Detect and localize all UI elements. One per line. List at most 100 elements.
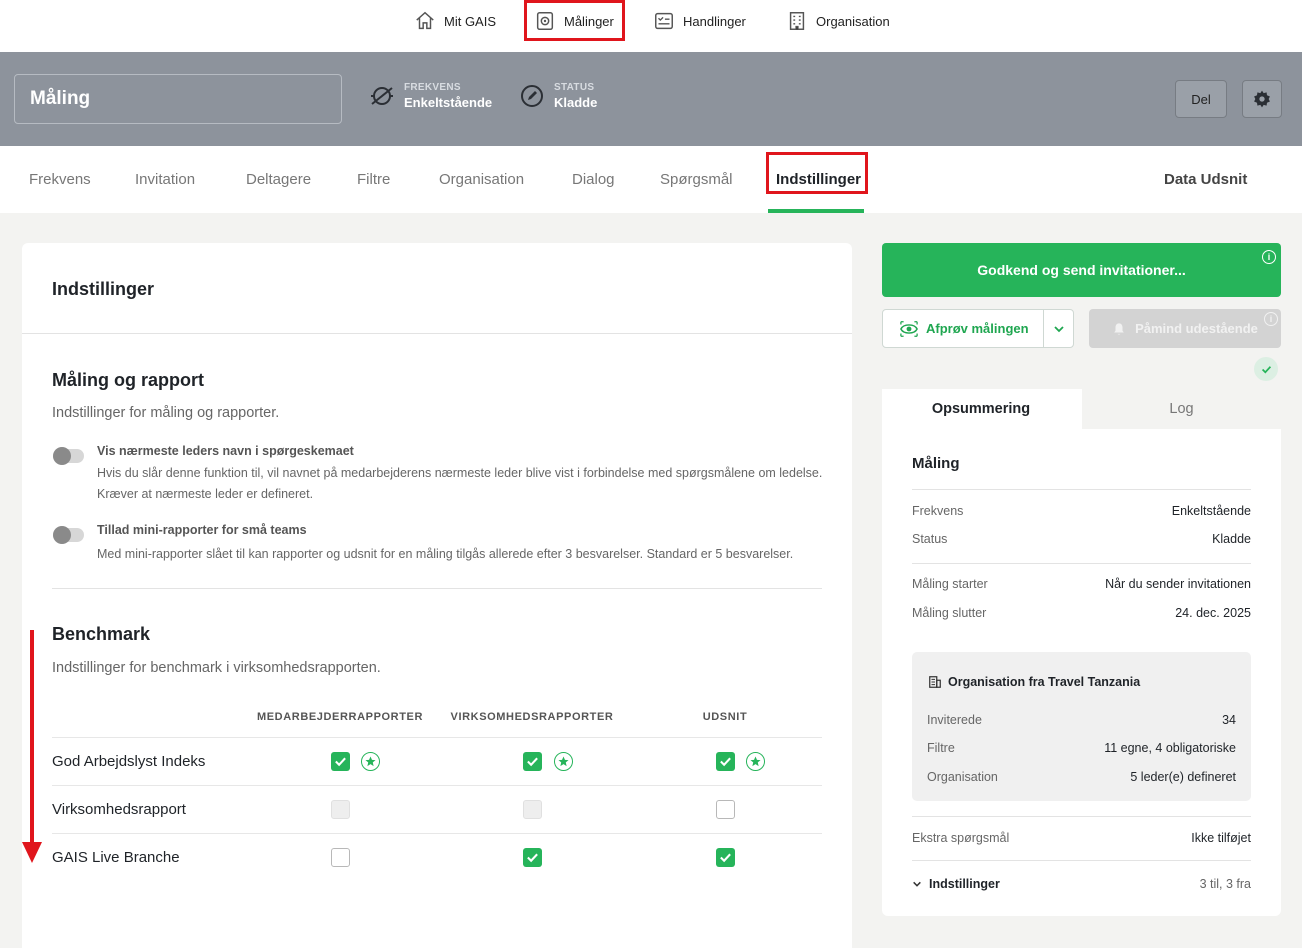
summary-key: Ekstra spørgsmål	[912, 831, 1010, 845]
star-badge-icon[interactable]	[554, 752, 573, 771]
tab-filtre[interactable]: Filtre	[357, 146, 390, 213]
nav-handlinger[interactable]: Handlinger	[653, 0, 746, 42]
toggle-leader-name[interactable]	[53, 447, 84, 465]
settings-expander-value: 3 til, 3 fra	[1199, 877, 1251, 891]
info-icon[interactable]: i	[1264, 312, 1278, 326]
frequency-meta: FREKVENS Enkeltstående	[368, 82, 492, 110]
actions-icon	[655, 12, 673, 30]
checkbox-checked[interactable]	[716, 848, 735, 867]
share-button[interactable]: Del	[1175, 80, 1227, 118]
summary-row: Måling starter Når du sender invitationen	[912, 577, 1251, 591]
divider	[912, 860, 1251, 861]
frequency-icon	[371, 87, 393, 105]
tab-opsummering[interactable]: Opsummering	[882, 389, 1080, 429]
settings-title: Indstillinger	[52, 279, 155, 299]
settings-expander-label: Indstillinger	[929, 877, 1000, 891]
divider	[912, 816, 1251, 817]
tab-dialog[interactable]: Dialog	[572, 146, 615, 213]
summary-panel: Opsummering Log Måling Frekvens Enkeltstå…	[882, 389, 1281, 916]
settings-button[interactable]	[1242, 80, 1282, 118]
option-title: Tillad mini-rapporter for små teams	[97, 523, 307, 537]
tab-deltagere[interactable]: Deltagere	[246, 146, 311, 213]
org-value: 5 leder(e) defineret	[1130, 770, 1236, 784]
org-value: 11 egne, 4 obligatoriske	[1104, 741, 1236, 755]
benchmark-row-label: God Arbejdslyst Indeks	[52, 753, 206, 770]
nav-label: Mit GAIS	[444, 13, 497, 29]
summary-value: Ikke tilføjet	[1191, 831, 1251, 845]
org-key: Filtre	[927, 741, 955, 755]
nav-organisation[interactable]: Organisation	[786, 0, 890, 42]
toggle-mini-reports[interactable]	[53, 526, 84, 544]
checkbox-checked[interactable]	[523, 752, 542, 771]
nav-label: Organisation	[816, 13, 890, 29]
remind-pending-button: Påmind udestående i	[1089, 309, 1281, 348]
star-icon	[750, 756, 761, 767]
survey-tabs: Frekvens Invitation Deltagere Filtre Org…	[0, 146, 1302, 213]
org-key: Inviterede	[927, 713, 982, 727]
approve-send-button[interactable]: Godkend og send invitationer... i	[882, 243, 1281, 297]
row-divider	[52, 785, 822, 786]
tab-invitation[interactable]: Invitation	[135, 146, 195, 213]
checkbox-unchecked[interactable]	[716, 800, 735, 819]
org-value: 34	[1222, 713, 1236, 727]
try-survey-label: Afprøv målingen	[926, 321, 1029, 336]
tab-log[interactable]: Log	[1082, 389, 1281, 429]
nav-mit-gais[interactable]: Mit GAIS	[414, 0, 496, 42]
settings-card: Indstillinger Måling og rapport Indstill…	[22, 243, 852, 948]
star-badge-icon[interactable]	[361, 752, 380, 771]
settings-expander[interactable]: Indstillinger 3 til, 3 fra	[912, 877, 1251, 891]
benchmark-heading: Benchmark	[52, 624, 151, 644]
checkbox-disabled	[331, 800, 350, 819]
organisation-title: Organisation fra Travel Tanzania	[948, 675, 1141, 689]
checkbox-checked[interactable]	[523, 848, 542, 867]
summary-row: Ekstra spørgsmål Ikke tilføjet	[912, 831, 1251, 845]
chevron-down-icon	[913, 881, 921, 887]
chevron-down-icon[interactable]	[1053, 323, 1065, 335]
toggle-knob	[53, 447, 71, 465]
org-row: Organisation 5 leder(e) defineret	[927, 770, 1236, 784]
organisation-title-row: Organisation fra Travel Tanzania	[928, 675, 1140, 689]
org-key: Organisation	[927, 770, 998, 784]
frequency-label: FREKVENS	[404, 82, 461, 93]
summary-value: Enkeltstående	[1171, 504, 1251, 518]
status-ok-icon	[1254, 357, 1278, 381]
tab-organisation[interactable]: Organisation	[439, 146, 524, 213]
summary-value: Når du sender invitationen	[1105, 577, 1251, 591]
row-divider	[52, 737, 822, 738]
survey-title-field[interactable]: Måling	[14, 74, 342, 124]
benchmark-row-label: Virksomhedsrapport	[52, 801, 186, 818]
settings-expander-label-row: Indstillinger	[912, 877, 1000, 891]
measurement-subtitle: Indstillinger for måling og rapporter.	[52, 405, 280, 421]
tab-frekvens[interactable]: Frekvens	[29, 146, 91, 213]
summary-key: Måling starter	[912, 577, 988, 591]
star-badge-icon[interactable]	[746, 752, 765, 771]
top-navigation: Mit GAIS Målinger Handlinger Organisatio…	[0, 0, 1302, 52]
try-survey-button[interactable]: Afprøv målingen	[882, 309, 1074, 348]
checkbox-unchecked[interactable]	[331, 848, 350, 867]
bell-icon	[1114, 322, 1124, 335]
check-icon	[720, 757, 731, 767]
building-icon	[929, 676, 941, 688]
annotation-highlight-malinger	[524, 0, 625, 41]
benchmark-subtitle: Indstillinger for benchmark i virksomhed…	[52, 660, 381, 676]
option-description: Med mini-rapporter slået til kan rapport…	[97, 547, 794, 561]
info-icon[interactable]: i	[1262, 250, 1276, 264]
summary-heading: Måling	[912, 455, 960, 472]
tab-sporgsmal[interactable]: Spørgsmål	[660, 146, 733, 213]
check-icon	[527, 757, 538, 767]
org-row: Inviterede 34	[927, 713, 1236, 727]
checkbox-checked[interactable]	[716, 752, 735, 771]
status-meta: STATUS Kladde	[518, 82, 597, 110]
status-label: STATUS	[554, 82, 595, 93]
summary-value: Kladde	[1212, 532, 1251, 546]
checkbox-checked[interactable]	[331, 752, 350, 771]
eye-icon	[900, 320, 918, 337]
organisation-box: Organisation fra Travel Tanzania Inviter…	[912, 652, 1251, 801]
tab-data-udsnit[interactable]: Data Udsnit	[1164, 146, 1247, 213]
star-icon	[365, 756, 376, 767]
benchmark-row-label: GAIS Live Branche	[52, 849, 180, 866]
remind-pending-label: Påmind udestående	[1135, 321, 1258, 336]
status-value: Kladde	[554, 95, 598, 110]
divider	[912, 489, 1251, 490]
annotation-arrow-head	[22, 842, 42, 863]
